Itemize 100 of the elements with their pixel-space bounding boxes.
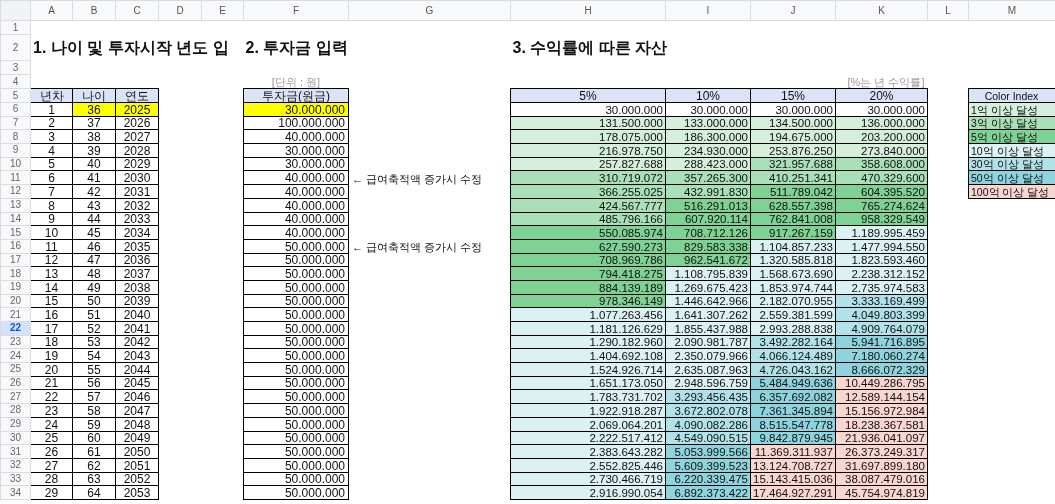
table-cell: 2028	[115, 143, 159, 158]
table-cell: 50.000.000	[243, 335, 349, 349]
table-cell: 50.000.000	[243, 417, 349, 431]
table-cell: 2030	[115, 170, 159, 185]
column-header[interactable]: D	[158, 0, 202, 21]
table-cell: 2	[30, 116, 73, 130]
table-cell: 40	[72, 157, 116, 171]
table-cell: 46	[72, 239, 116, 254]
table-cell: 16	[30, 307, 73, 322]
table-cell: 2050	[115, 444, 159, 459]
table-cell: 2053	[115, 485, 159, 500]
table-cell: 42	[72, 184, 116, 199]
table-cell: 60	[72, 431, 116, 445]
section-title: 2. 투자금 입력	[244, 37, 349, 58]
table-cell: 30.000.000	[243, 157, 349, 171]
table-header: 5%	[510, 88, 666, 103]
table-cell: 28	[30, 472, 73, 486]
table-cell: 29	[30, 485, 73, 500]
table-cell: 23	[30, 403, 73, 418]
rate-note: [%는 년 수익률]	[835, 74, 928, 89]
column-header[interactable]: B	[72, 0, 116, 21]
row-header[interactable]: 2	[0, 34, 31, 61]
table-cell: 40.000.000	[243, 212, 349, 226]
table-cell: 64	[72, 485, 116, 500]
table-cell: 40.000.000	[243, 225, 349, 240]
column-header[interactable]: M	[968, 0, 1055, 21]
table-header: 20%	[835, 88, 928, 103]
table-cell: 2045	[115, 376, 159, 390]
table-cell: 2049	[115, 431, 159, 445]
table-cell: 2040	[115, 307, 159, 322]
column-header[interactable]: F	[243, 0, 349, 21]
table-cell: 2031	[115, 184, 159, 199]
table-cell: 44	[72, 212, 116, 226]
column-header[interactable]: H	[510, 0, 666, 21]
table-header: 나이	[72, 88, 116, 103]
table-cell: 56	[72, 376, 116, 390]
table-cell: 100.000.000	[243, 116, 349, 130]
legend-header: Color Index	[968, 88, 1055, 103]
table-cell: 15	[30, 294, 73, 308]
table-cell: 61	[72, 444, 116, 459]
column-header[interactable]: J	[750, 0, 836, 21]
table-cell: 2027	[115, 129, 159, 144]
unit-note: [단위 : 원]	[243, 74, 349, 89]
column-header[interactable]: G	[348, 0, 511, 21]
table-cell: 2047	[115, 403, 159, 418]
table-cell: 57	[72, 389, 116, 404]
column-header[interactable]: E	[201, 0, 244, 21]
column-header[interactable]: L	[927, 0, 969, 21]
table-cell: 20	[30, 362, 73, 377]
table-cell: 14	[30, 280, 73, 295]
table-cell: 40.000.000	[243, 198, 349, 212]
table-cell: 49	[72, 280, 116, 295]
table-cell: 47	[72, 253, 116, 267]
table-header: 년차	[30, 88, 73, 103]
table-cell: 53	[72, 335, 116, 349]
table-cell: 21	[30, 376, 73, 390]
table-cell: 43	[72, 198, 116, 212]
table-cell: 24	[30, 417, 73, 431]
table-cell: 9	[30, 212, 73, 226]
column-header[interactable]: A	[30, 0, 73, 21]
column-header[interactable]: K	[835, 0, 928, 21]
table-cell: 25	[30, 431, 73, 445]
table-cell: 11	[30, 239, 73, 254]
table-cell: 37	[72, 116, 116, 130]
table-cell: 50.000.000	[243, 253, 349, 267]
table-cell: 2048	[115, 417, 159, 431]
table-cell: 59	[72, 417, 116, 431]
table-cell: 2041	[115, 321, 159, 336]
select-all-corner[interactable]	[0, 0, 31, 21]
section-title: 1. 나이 및 투자시작 년도 입	[30, 34, 244, 61]
column-header[interactable]: I	[665, 0, 751, 21]
table-cell: 30.000.000	[243, 143, 349, 158]
table-cell: 8	[30, 198, 73, 212]
table-cell: 18	[30, 335, 73, 349]
table-cell: 50.000.000	[243, 376, 349, 390]
table-cell: 2038	[115, 280, 159, 295]
table-cell: 45	[72, 225, 116, 240]
table-cell: 17	[30, 321, 73, 336]
table-cell: 22	[30, 389, 73, 404]
table-cell: 5	[30, 157, 73, 171]
table-cell: 50.000.000	[243, 444, 349, 459]
table-cell: 10	[30, 225, 73, 240]
table-cell: 50	[72, 294, 116, 308]
table-cell: 2043	[115, 348, 159, 363]
table-header: 연도	[115, 88, 159, 103]
table-cell: 63	[72, 472, 116, 486]
table-cell: 50.000.000	[243, 307, 349, 322]
table-cell: 1	[30, 102, 73, 117]
table-cell: 50.000.000	[243, 362, 349, 377]
table-cell: 27	[30, 458, 73, 473]
column-header[interactable]: C	[115, 0, 159, 21]
table-cell: 2036	[115, 253, 159, 267]
table-cell: 2044	[115, 362, 159, 377]
table-cell: 40.000.000	[243, 129, 349, 144]
table-cell: 52	[72, 321, 116, 336]
table-cell: 13	[30, 266, 73, 281]
table-cell: 50.000.000	[243, 472, 349, 486]
table-cell: 2035	[115, 239, 159, 254]
table-cell: 62	[72, 458, 116, 473]
table-cell: 50.000.000	[243, 458, 349, 473]
